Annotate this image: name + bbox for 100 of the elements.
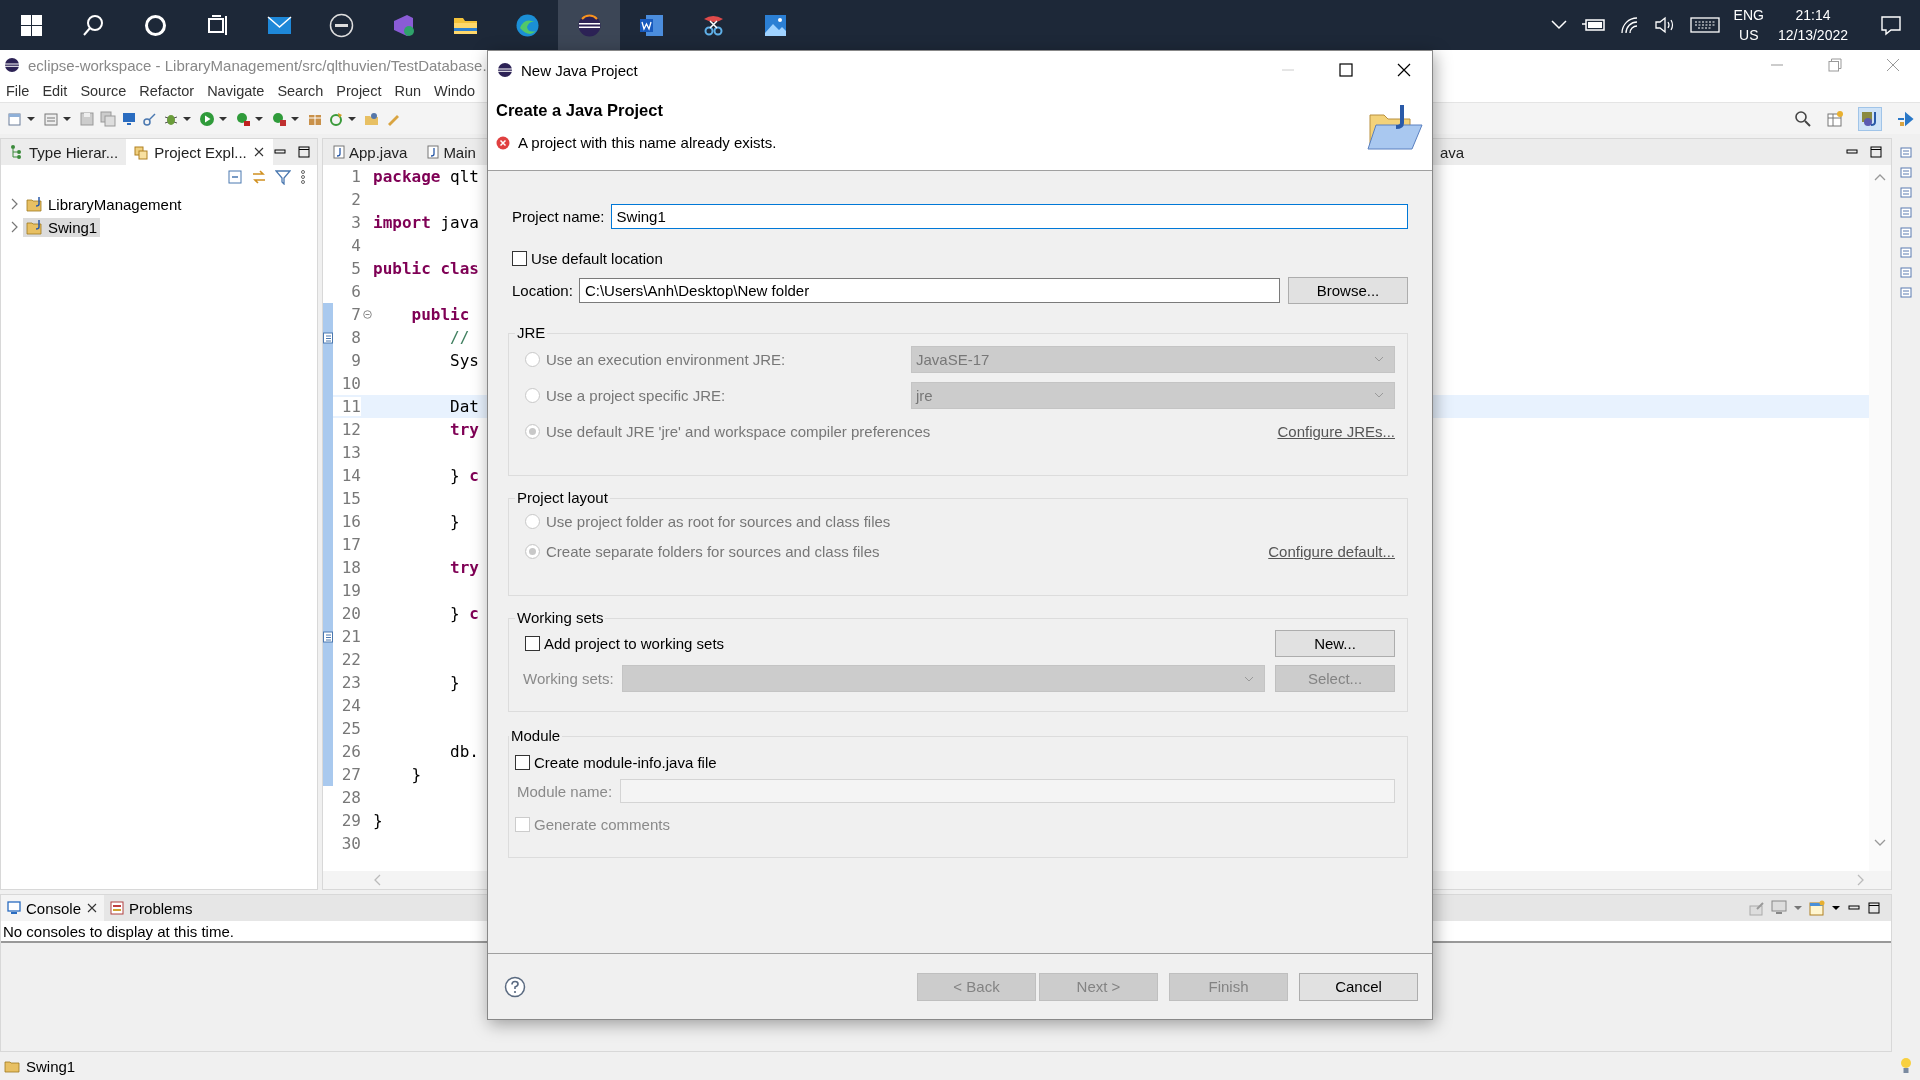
dialog-button[interactable]: Cancel [1299, 972, 1418, 1001]
search-icon [80, 12, 106, 38]
striped-circle-icon [576, 12, 602, 38]
save-all-icon[interactable] [100, 110, 116, 127]
wifi-icon [1619, 16, 1640, 34]
search-icon[interactable] [1794, 109, 1812, 128]
lightbulb-icon[interactable] [1900, 1057, 1912, 1075]
ring-icon [142, 12, 168, 38]
battery-icon [1581, 17, 1606, 33]
pin-icon[interactable] [1749, 900, 1765, 916]
tree-item[interactable]: Swing1 [23, 217, 101, 237]
view-tab[interactable]: Problems [104, 895, 199, 921]
maximize-icon[interactable] [1867, 901, 1881, 915]
menu-item[interactable]: Edit [42, 83, 68, 99]
menu-item[interactable]: Source [80, 83, 127, 99]
java-file-icon [427, 145, 440, 159]
code-line: try [449, 558, 479, 577]
debug-perspective-icon[interactable] [1896, 109, 1914, 128]
window-title: eclipse-workspace - LibraryManagement/src/qlthuvien/TestDatabase. [28, 56, 487, 74]
view-shortcut-icon[interactable] [1900, 286, 1912, 298]
new-console-icon[interactable] [1809, 900, 1825, 916]
menu-item[interactable]: Project [336, 83, 382, 99]
text-field[interactable]: C:\Users\Anh\Desktop\New folder [578, 277, 1280, 303]
round-logo-icon [328, 12, 354, 38]
code-line: } c [449, 604, 479, 623]
radio-label: Use default JRE 'jre' and workspace compiler preferences [546, 422, 931, 440]
run-tool-icon[interactable] [271, 110, 287, 127]
browse-button[interactable]: Browse... [1288, 276, 1408, 304]
display-icon[interactable] [1771, 900, 1787, 916]
editor-tab[interactable]: App.java [323, 139, 418, 165]
maximize-icon[interactable] [1869, 145, 1883, 159]
swirl-logo-icon [514, 12, 540, 38]
view-shortcut-icon[interactable] [1900, 186, 1912, 198]
view-shortcut-icon[interactable] [1900, 146, 1912, 158]
open-folder-icon[interactable] [364, 110, 380, 127]
link-arrows-icon[interactable] [251, 169, 267, 185]
notification-icon[interactable] [1880, 14, 1902, 36]
code-line: } [373, 811, 383, 830]
close-icon[interactable] [86, 902, 99, 914]
maximize-icon[interactable] [296, 145, 311, 159]
editor-tab[interactable]: Main [417, 139, 486, 165]
taskbar-button[interactable] [558, 0, 620, 50]
warning-list-icon [110, 901, 125, 915]
view-tab[interactable]: Type Hierar... [1, 139, 127, 165]
view-tab[interactable]: Project Expl... [126, 139, 273, 165]
landscape-icon [762, 12, 788, 38]
volume-icon [1653, 16, 1676, 34]
restore-icon[interactable] [1828, 58, 1842, 72]
code-line: public clas [373, 259, 479, 278]
view-tab[interactable]: Console [1, 895, 105, 921]
checkbox-label: Generate comments [534, 815, 670, 833]
perspective-icon[interactable] [1826, 109, 1844, 128]
caret-icon[interactable] [1831, 903, 1841, 913]
view-shortcut-icon[interactable] [1900, 206, 1912, 218]
language-indicator[interactable]: ENG [1733, 5, 1764, 25]
view-shortcut-icon[interactable] [1900, 166, 1912, 178]
status-text: Swing1 [26, 1057, 76, 1075]
dialog-title: New Java Project [521, 61, 638, 79]
close-icon[interactable] [252, 146, 265, 158]
clock-time[interactable]: 21:14 [1795, 5, 1831, 25]
striped-circle-icon [497, 62, 513, 78]
clock-date[interactable]: 12/13/2022 [1777, 25, 1848, 45]
monitor-icon[interactable] [121, 110, 137, 127]
collapse-all-icon[interactable] [227, 169, 243, 185]
more-icon[interactable] [299, 169, 307, 185]
code-line: import java [373, 213, 479, 232]
view-shortcut-icon[interactable] [1900, 226, 1912, 238]
menu-item[interactable]: Refactor [139, 83, 195, 99]
close-icon[interactable] [1396, 62, 1412, 78]
project-folder-icon [4, 1059, 20, 1073]
field-label: Location: [512, 281, 573, 299]
code-line: Sys [449, 351, 479, 370]
tree-item[interactable]: LibraryManagement [23, 194, 185, 214]
link-icon[interactable] [142, 110, 158, 127]
filter-icon[interactable] [275, 169, 291, 185]
menu-item[interactable]: Run [394, 83, 422, 99]
java-file-icon [333, 145, 345, 159]
view-shortcut-icon[interactable] [1900, 246, 1912, 258]
checkbox-label: Add project to working sets [544, 635, 725, 652]
checkbox[interactable] [512, 250, 527, 266]
help-icon[interactable] [504, 975, 526, 998]
coverage-icon[interactable] [235, 110, 251, 127]
code-line: package qlt [373, 167, 479, 186]
scroll-up-icon[interactable] [1874, 173, 1886, 181]
project-folder-icon [26, 219, 44, 235]
menu-item[interactable]: Search [277, 83, 324, 99]
text-field[interactable]: Swing1 [610, 203, 1408, 229]
editor-tab[interactable]: ava [1437, 139, 1475, 165]
view-shortcut-icon[interactable] [1900, 266, 1912, 278]
scroll-down-icon[interactable] [1874, 839, 1886, 847]
menu-item[interactable]: File [6, 83, 30, 99]
hierarchy-icon [9, 144, 23, 160]
region-indicator[interactable]: US [1739, 25, 1759, 45]
collapse-icon[interactable] [362, 310, 372, 319]
code-line: Dat [449, 397, 479, 416]
java-perspective-icon[interactable] [1861, 109, 1879, 128]
menu-item[interactable]: Windo [434, 83, 476, 99]
menu-item[interactable]: Navigate [207, 83, 265, 99]
code-line: } [449, 673, 460, 692]
run-icon[interactable] [199, 110, 215, 127]
